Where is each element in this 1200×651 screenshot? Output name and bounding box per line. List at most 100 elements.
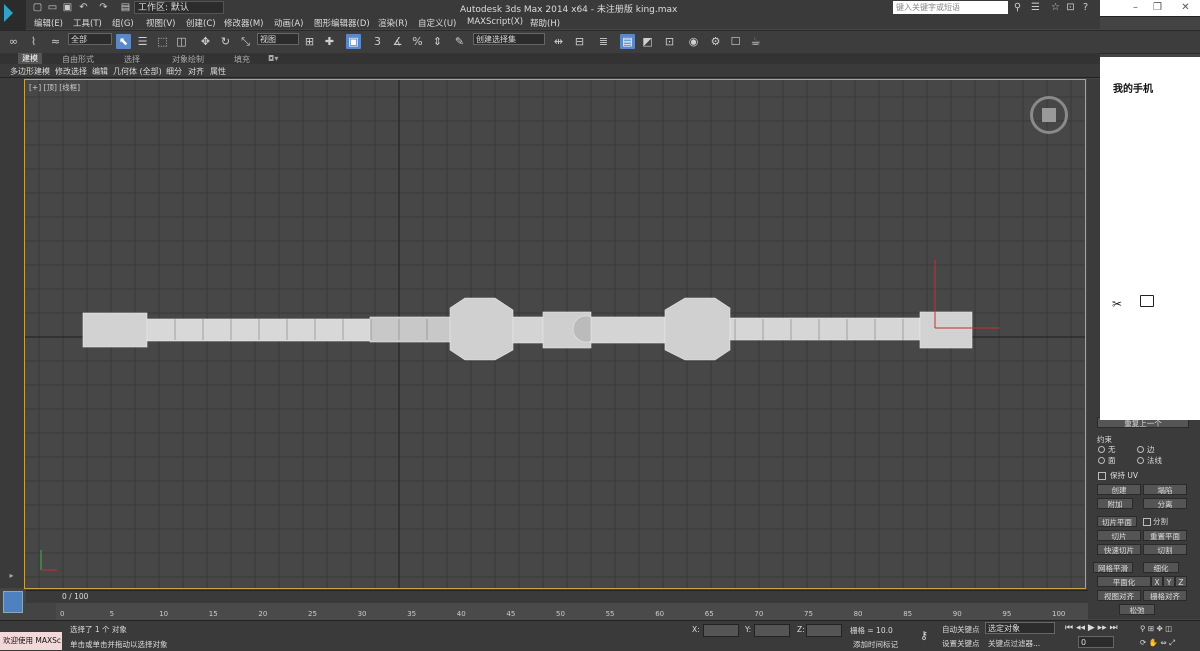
planar-y-button[interactable]: Y: [1163, 576, 1175, 587]
spinner-snap-icon[interactable]: ⇕: [430, 34, 445, 49]
selection-filter-dropdown[interactable]: 全部: [68, 33, 112, 45]
nav-orbit-icons[interactable]: ⟳ ✋ ⇔ ⤢: [1140, 638, 1175, 648]
select-object-icon[interactable]: ⬉: [116, 34, 131, 49]
playback-controls[interactable]: ⏮ ◂◂ ▶ ▸▸ ⏭: [1065, 623, 1118, 633]
ribbon-modify-selection[interactable]: 修改选择: [55, 66, 87, 77]
x-coord-field[interactable]: [703, 624, 739, 637]
tessellate-button[interactable]: 细化: [1143, 562, 1179, 573]
layer-manager-icon[interactable]: ≣: [596, 34, 611, 49]
move-icon[interactable]: ✥: [198, 34, 213, 49]
meshsmooth-button[interactable]: 网格平滑: [1093, 562, 1133, 573]
subscription-icon[interactable]: ☰: [1030, 2, 1041, 13]
render-setup-icon[interactable]: ⚙: [708, 34, 723, 49]
menu-animation[interactable]: 动画(A): [274, 17, 303, 29]
maxscript-listener[interactable]: 欢迎使用 MAXSc: [0, 632, 62, 650]
close-icon[interactable]: ✕: [1180, 2, 1191, 13]
ribbon-polygon-modeling[interactable]: 多边形建模: [10, 66, 50, 77]
current-frame-field[interactable]: 0: [1078, 636, 1114, 648]
menu-group[interactable]: 组(G): [112, 17, 134, 29]
reset-plane-button[interactable]: 重置平面: [1143, 530, 1187, 541]
collapse-button[interactable]: 塌陷: [1143, 484, 1187, 495]
binoculars-icon[interactable]: ⚲: [1012, 2, 1023, 13]
z-coord-field[interactable]: [806, 624, 842, 637]
bind-space-warp-icon[interactable]: ≈: [48, 34, 63, 49]
track-bar[interactable]: 0 5 10 15 20 25 30 35 40 45 50 55 60 65 70 75 80 85 90 95 10…: [56, 603, 1088, 620]
undo-icon[interactable]: ↶: [78, 2, 89, 13]
workspace-dropdown[interactable]: 工作区: 默认: [134, 1, 224, 14]
create-button[interactable]: 创建: [1097, 484, 1141, 495]
scissors-icon[interactable]: ✂: [1112, 297, 1122, 311]
constraint-none-radio[interactable]: [1098, 446, 1105, 453]
select-manipulate-icon[interactable]: ✚: [322, 34, 337, 49]
tab-modeling[interactable]: 建模: [18, 53, 42, 64]
link-icon[interactable]: ∞: [6, 34, 21, 49]
save-icon[interactable]: ▣: [62, 2, 73, 13]
favorites-icon[interactable]: ☆: [1050, 2, 1061, 13]
render-production-icon[interactable]: ☕: [748, 34, 763, 49]
add-time-tag[interactable]: 添加时间标记: [853, 639, 898, 650]
material-editor-icon[interactable]: ◉: [686, 34, 701, 49]
maximize-icon[interactable]: ❐: [1152, 2, 1163, 13]
keyboard-shortcut-icon[interactable]: ▣: [346, 34, 361, 49]
key-filters-button[interactable]: 关键点过滤器...: [988, 638, 1040, 649]
mirror-icon[interactable]: ⇹: [551, 34, 566, 49]
attach-button[interactable]: 附加: [1097, 498, 1133, 509]
edit-named-selection-icon[interactable]: ✎: [452, 34, 467, 49]
align-icon[interactable]: ⊟: [572, 34, 587, 49]
app-logo[interactable]: [0, 0, 26, 30]
schematic-view-icon[interactable]: ⊡: [662, 34, 677, 49]
unlink-icon[interactable]: ⌇: [26, 34, 41, 49]
ribbon-options-icon[interactable]: ◘▾: [268, 54, 278, 63]
ribbon-align[interactable]: 对齐: [188, 66, 204, 77]
menu-graph-editors[interactable]: 图形编辑器(D): [314, 17, 370, 29]
help-icon[interactable]: ?: [1080, 2, 1091, 13]
snaps-toggle-icon[interactable]: 3: [370, 34, 385, 49]
grid-align-button[interactable]: 栅格对齐: [1143, 590, 1187, 601]
quickslice-button[interactable]: 快速切片: [1097, 544, 1141, 555]
menu-rendering[interactable]: 渲染(R): [378, 17, 408, 29]
curve-editor-icon[interactable]: ◩: [640, 34, 655, 49]
slice-button[interactable]: 切片: [1097, 530, 1141, 541]
new-file-icon[interactable]: ▢: [32, 2, 43, 13]
redo-icon[interactable]: ↷: [98, 2, 109, 13]
preserve-uv-checkbox[interactable]: [1098, 472, 1106, 480]
constraint-edge-radio[interactable]: [1137, 446, 1144, 453]
percent-snap-icon[interactable]: %: [410, 34, 425, 49]
reference-coordinate-dropdown[interactable]: 视图: [257, 33, 299, 45]
auto-key-button[interactable]: 自动关键点: [942, 624, 980, 635]
select-by-name-icon[interactable]: ☰: [135, 34, 150, 49]
cut-button[interactable]: 切割: [1143, 544, 1187, 555]
key-selection-dropdown[interactable]: 选定对象: [985, 622, 1055, 634]
split-checkbox[interactable]: [1143, 518, 1151, 526]
viewport-label[interactable]: [+] [顶] [线框]: [29, 82, 80, 93]
minimize-icon[interactable]: –: [1130, 2, 1141, 13]
menu-create[interactable]: 创建(C): [186, 17, 216, 29]
sword-model[interactable]: [82, 297, 973, 361]
menu-tools[interactable]: 工具(T): [73, 17, 102, 29]
open-file-icon[interactable]: ▭: [47, 2, 58, 13]
menu-views[interactable]: 视图(V): [146, 17, 175, 29]
communication-icon[interactable]: ⊡: [1065, 2, 1076, 13]
rotate-icon[interactable]: ↻: [218, 34, 233, 49]
pivot-center-icon[interactable]: ⊞: [302, 34, 317, 49]
ribbon-properties[interactable]: 属性: [210, 66, 226, 77]
nav-zoom-icons[interactable]: ⚲ ⊞ ✥ ◫: [1140, 624, 1172, 633]
viewcube[interactable]: [1030, 96, 1068, 134]
planar-x-button[interactable]: X: [1151, 576, 1163, 587]
angle-snap-icon[interactable]: ∡: [390, 34, 405, 49]
menu-maxscript[interactable]: MAXScript(X): [467, 17, 523, 27]
constraint-face-radio[interactable]: [1098, 457, 1105, 464]
scale-icon[interactable]: ⤡: [238, 34, 253, 49]
make-planar-button[interactable]: 平面化: [1097, 576, 1151, 587]
named-selection-dropdown[interactable]: 创建选择集: [473, 33, 545, 45]
search-input[interactable]: 键入关键字或短语: [893, 1, 1008, 14]
menu-help[interactable]: 帮助(H): [530, 17, 560, 29]
graphite-tools-icon[interactable]: ▤: [620, 34, 635, 49]
set-key-button[interactable]: 设置关键点: [942, 638, 980, 649]
ribbon-geometry-all[interactable]: 几何体 (全部): [113, 66, 162, 77]
ribbon-subdivision[interactable]: 细分: [166, 66, 182, 77]
window-crossing-icon[interactable]: ◫: [174, 34, 189, 49]
viewport-layout-icon[interactable]: [3, 591, 23, 613]
relax-button[interactable]: 松弛: [1119, 604, 1155, 615]
project-folder-icon[interactable]: ▤: [120, 2, 131, 13]
